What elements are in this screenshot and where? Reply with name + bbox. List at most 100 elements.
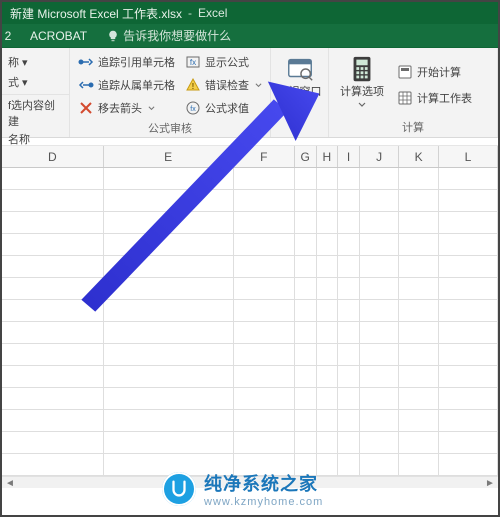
cell[interactable]: [338, 322, 360, 343]
cell[interactable]: [2, 212, 104, 233]
create-from-selection-stub[interactable]: f选内容创建 名称: [8, 97, 63, 147]
cell[interactable]: [104, 168, 234, 189]
cell[interactable]: [317, 278, 339, 299]
table-row[interactable]: [2, 278, 498, 300]
cell[interactable]: [104, 388, 234, 409]
table-row[interactable]: [2, 168, 498, 190]
cell[interactable]: [295, 278, 317, 299]
cell[interactable]: [317, 300, 339, 321]
cell[interactable]: [295, 322, 317, 343]
cell[interactable]: [439, 278, 498, 299]
column-header-J[interactable]: J: [360, 146, 399, 167]
trace-precedents-button[interactable]: 追踪引用单元格: [76, 52, 177, 72]
column-header-F[interactable]: F: [234, 146, 295, 167]
cell[interactable]: [439, 212, 498, 233]
cell[interactable]: [399, 322, 438, 343]
cell[interactable]: [360, 168, 399, 189]
cell[interactable]: [399, 410, 438, 431]
column-header-G[interactable]: G: [295, 146, 317, 167]
cell[interactable]: [439, 322, 498, 343]
cell[interactable]: [104, 190, 234, 211]
cell[interactable]: [439, 190, 498, 211]
table-row[interactable]: [2, 322, 498, 344]
cell[interactable]: [2, 410, 104, 431]
cell[interactable]: [338, 256, 360, 277]
table-row[interactable]: [2, 300, 498, 322]
cell[interactable]: [2, 234, 104, 255]
cell[interactable]: [234, 344, 295, 365]
table-row[interactable]: [2, 344, 498, 366]
calculate-sheet-button[interactable]: 计算工作表: [395, 88, 474, 108]
cell[interactable]: [317, 168, 339, 189]
cell[interactable]: [234, 322, 295, 343]
cell[interactable]: [399, 366, 438, 387]
cell[interactable]: [338, 168, 360, 189]
cell[interactable]: [360, 388, 399, 409]
cell[interactable]: [399, 344, 438, 365]
table-row[interactable]: [2, 234, 498, 256]
cell[interactable]: [439, 234, 498, 255]
formula-bar-stub[interactable]: [2, 138, 498, 146]
cell[interactable]: [360, 322, 399, 343]
cell[interactable]: [360, 256, 399, 277]
cell[interactable]: [295, 344, 317, 365]
column-header-H[interactable]: H: [317, 146, 339, 167]
evaluate-formula-button[interactable]: fx 公式求值: [183, 98, 264, 118]
cell[interactable]: [104, 256, 234, 277]
cell[interactable]: [338, 278, 360, 299]
table-row[interactable]: [2, 410, 498, 432]
name-stub-1[interactable]: 称 ▾: [8, 52, 63, 72]
column-header-I[interactable]: I: [338, 146, 360, 167]
name-stub-2[interactable]: 式 ▾: [8, 72, 63, 92]
cell[interactable]: [104, 410, 234, 431]
grid-rows[interactable]: [2, 168, 498, 476]
cell[interactable]: [104, 212, 234, 233]
cell[interactable]: [234, 388, 295, 409]
error-check-button[interactable]: ! 错误检查: [183, 75, 264, 95]
cell[interactable]: [295, 190, 317, 211]
cell[interactable]: [234, 410, 295, 431]
cell[interactable]: [317, 432, 339, 453]
cell[interactable]: [2, 344, 104, 365]
cell[interactable]: [317, 388, 339, 409]
cell[interactable]: [338, 344, 360, 365]
cell[interactable]: [104, 344, 234, 365]
column-header-K[interactable]: K: [399, 146, 438, 167]
cell[interactable]: [317, 344, 339, 365]
cell[interactable]: [234, 432, 295, 453]
cell[interactable]: [439, 410, 498, 431]
cell[interactable]: [2, 256, 104, 277]
cell[interactable]: [295, 212, 317, 233]
cell[interactable]: [2, 432, 104, 453]
cell[interactable]: [399, 388, 438, 409]
cell[interactable]: [338, 388, 360, 409]
cell[interactable]: [104, 278, 234, 299]
cell[interactable]: [360, 190, 399, 211]
cell[interactable]: [104, 300, 234, 321]
cell[interactable]: [399, 300, 438, 321]
cell[interactable]: [234, 300, 295, 321]
cell[interactable]: [360, 278, 399, 299]
cell[interactable]: [360, 234, 399, 255]
calculate-now-button[interactable]: 开始计算: [395, 62, 474, 82]
cell[interactable]: [360, 344, 399, 365]
tell-me-search[interactable]: 告诉我你想要做什么: [107, 24, 231, 47]
cell[interactable]: [338, 300, 360, 321]
table-row[interactable]: [2, 212, 498, 234]
column-header-D[interactable]: D: [2, 146, 104, 167]
cell[interactable]: [234, 256, 295, 277]
cell[interactable]: [317, 212, 339, 233]
table-row[interactable]: [2, 432, 498, 454]
cell[interactable]: [338, 212, 360, 233]
cell[interactable]: [338, 432, 360, 453]
cell[interactable]: [399, 234, 438, 255]
cell[interactable]: [295, 388, 317, 409]
cell[interactable]: [234, 366, 295, 387]
cell[interactable]: [317, 256, 339, 277]
cell[interactable]: [295, 256, 317, 277]
cell[interactable]: [104, 322, 234, 343]
cell[interactable]: [399, 212, 438, 233]
tab-index-fragment[interactable]: 2: [2, 24, 20, 47]
cell[interactable]: [317, 366, 339, 387]
cell[interactable]: [234, 278, 295, 299]
